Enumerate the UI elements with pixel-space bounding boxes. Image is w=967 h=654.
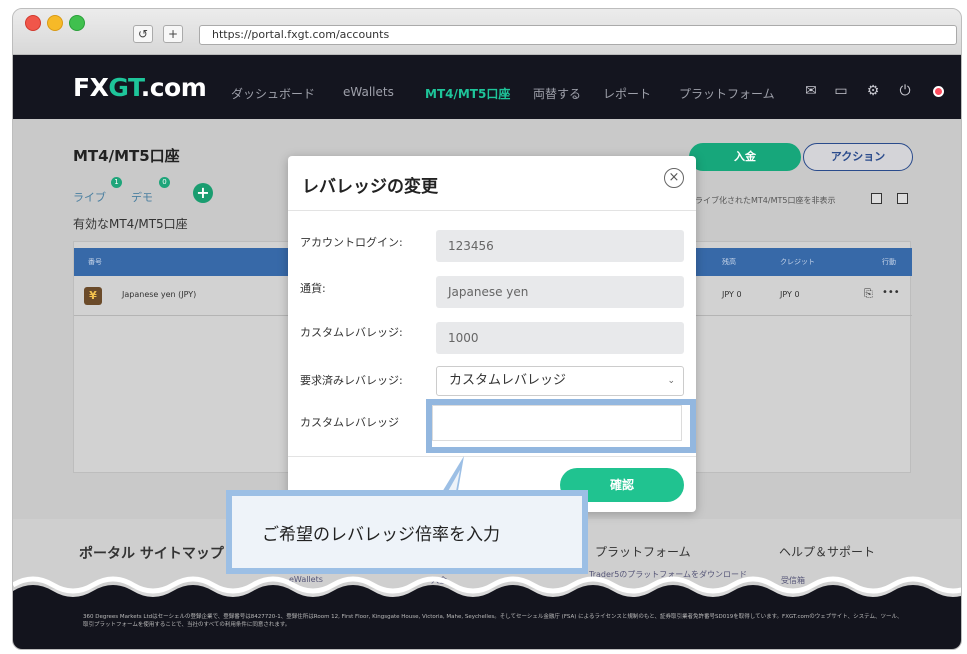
col-number: 番号 bbox=[88, 258, 102, 266]
settings-icon[interactable]: ⚙ bbox=[865, 83, 881, 99]
browser-chrome: ↺ + https://portal.fxgt.com/accounts bbox=[13, 9, 961, 55]
hide-accounts-label: ライブ化されたMT4/MT5口座を非表示 bbox=[695, 196, 836, 205]
row-currency: Japanese yen (JPY) bbox=[122, 290, 197, 299]
page-title: MT4/MT5口座 bbox=[73, 147, 180, 165]
current-leverage-label: カスタムレバレッジ: bbox=[300, 326, 403, 339]
login-icon[interactable]: ⎘ bbox=[864, 287, 873, 301]
nav-platforms[interactable]: プラットフォーム bbox=[679, 85, 775, 102]
nav-exchange[interactable]: 両替する bbox=[533, 85, 581, 102]
dialog-divider bbox=[288, 210, 696, 211]
live-count-badge: 1 bbox=[111, 177, 122, 188]
dialog-title: レバレッジの変更 bbox=[302, 177, 438, 197]
url-bar[interactable]: https://portal.fxgt.com/accounts bbox=[199, 25, 957, 45]
card-icon[interactable]: ▭ bbox=[833, 83, 849, 99]
minimize-window-button[interactable] bbox=[47, 15, 63, 31]
reload-icon[interactable]: ↺ bbox=[133, 25, 153, 43]
yen-icon: ¥ bbox=[84, 287, 102, 305]
nav-ewallets[interactable]: eWallets bbox=[343, 85, 394, 99]
power-icon[interactable]: ⏻ bbox=[897, 83, 913, 99]
more-options-button[interactable]: ••• bbox=[882, 287, 900, 298]
hide-checkbox[interactable] bbox=[871, 193, 882, 204]
tab-demo[interactable]: デモ bbox=[131, 189, 153, 205]
custom-leverage-label: カスタムレバレッジ bbox=[300, 416, 399, 429]
col-balance: 残高 bbox=[722, 258, 736, 266]
row-balance: JPY 0 bbox=[722, 290, 742, 299]
footer-platform-heading: プラットフォーム bbox=[595, 545, 691, 559]
footer-sitemap-heading: ポータル サイトマップ bbox=[79, 546, 224, 562]
app-header: FXGT.com ダッシュボード eWallets MT4/MT5口座 両替する… bbox=[13, 55, 961, 119]
requested-leverage-value: カスタムレバレッジ bbox=[449, 373, 567, 388]
dialog-footer-divider bbox=[288, 456, 696, 457]
col-credit: クレジット bbox=[780, 258, 815, 266]
mail-icon[interactable]: ✉ bbox=[803, 83, 819, 99]
col-action: 行動 bbox=[882, 258, 896, 266]
legal-bar: 360 Degrees Markets Ltdはセーシェルの登録企業で、登録番号… bbox=[13, 597, 961, 649]
legal-text: 360 Degrees Markets Ltdはセーシェルの登録企業で、登録番号… bbox=[83, 614, 903, 628]
add-account-button[interactable]: + bbox=[193, 183, 213, 203]
requested-leverage-select[interactable]: カスタムレバレッジ ⌄ bbox=[436, 366, 684, 396]
deposit-button[interactable]: 入金 bbox=[689, 143, 801, 171]
callout-text: ご希望のレバレッジ倍率を入力 bbox=[262, 525, 500, 545]
fxgt-logo[interactable]: FXGT.com bbox=[73, 73, 207, 102]
profile-icon[interactable] bbox=[933, 86, 944, 97]
currency-label: 通貨: bbox=[300, 282, 326, 295]
current-leverage-field: 1000 bbox=[436, 322, 684, 354]
input-highlight-frame bbox=[426, 399, 696, 453]
demo-count-badge: 0 bbox=[159, 177, 170, 188]
chevron-down-icon: ⌄ bbox=[667, 376, 675, 386]
nav-mt4-mt5[interactable]: MT4/MT5口座 bbox=[425, 85, 510, 102]
action-button[interactable]: アクション bbox=[803, 143, 913, 171]
new-tab-button[interactable]: + bbox=[163, 25, 183, 43]
maximize-window-button[interactable] bbox=[69, 15, 85, 31]
leverage-dialog: レバレッジの変更 × アカウントログイン: 123456 通貨: Japanes… bbox=[288, 156, 696, 512]
close-icon[interactable]: × bbox=[664, 168, 684, 188]
hide-checkbox-2[interactable] bbox=[897, 193, 908, 204]
callout-box: ご希望のレバレッジ倍率を入力 bbox=[226, 490, 588, 574]
nav-dashboard[interactable]: ダッシュボード bbox=[231, 85, 315, 102]
account-login-label: アカウントログイン: bbox=[300, 236, 403, 249]
active-accounts-heading: 有効なMT4/MT5口座 bbox=[73, 217, 188, 231]
currency-field: Japanese yen bbox=[436, 276, 684, 308]
requested-leverage-label: 要求済みレバレッジ: bbox=[300, 374, 403, 387]
tab-live[interactable]: ライブ bbox=[73, 189, 106, 205]
row-credit: JPY 0 bbox=[780, 290, 800, 299]
nav-reports[interactable]: レポート bbox=[603, 85, 651, 102]
close-window-button[interactable] bbox=[25, 15, 41, 31]
account-login-field: 123456 bbox=[436, 230, 684, 262]
footer-help-heading: ヘルプ＆サポート bbox=[779, 545, 876, 559]
